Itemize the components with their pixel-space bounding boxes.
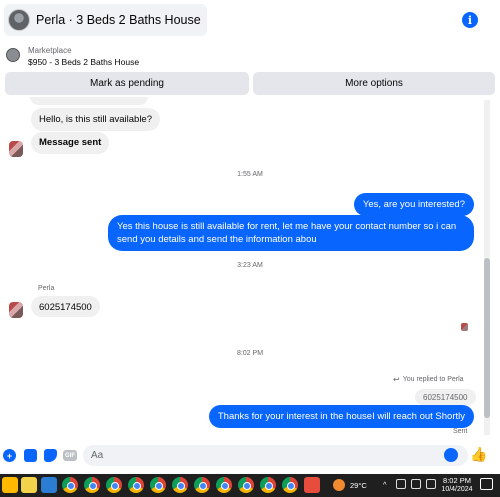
- app-icon[interactable]: [41, 477, 57, 493]
- message-bubble-outgoing[interactable]: Yes this house is still available for re…: [108, 215, 474, 251]
- timestamp: 8:02 PM: [236, 350, 264, 357]
- more-options-button[interactable]: More options: [253, 72, 495, 95]
- message-input-placeholder: Aa: [91, 450, 104, 461]
- app-icon[interactable]: [304, 477, 320, 493]
- battery-icon[interactable]: [426, 479, 436, 489]
- emoji-icon[interactable]: [444, 448, 458, 462]
- message-bubble[interactable]: 6025174500: [31, 296, 100, 317]
- message-text: 6025174500: [39, 302, 92, 313]
- scrollbar-thumb[interactable]: [484, 258, 490, 418]
- listing-thumbnail[interactable]: [6, 48, 20, 62]
- timestamp: 1:55 AM: [237, 171, 263, 178]
- message-input[interactable]: Aa: [83, 445, 468, 466]
- read-receipt-avatar: [461, 323, 468, 331]
- quoted-text: 6025174500: [423, 392, 468, 402]
- quoted-message[interactable]: 6025174500: [415, 389, 476, 405]
- delivery-status: Sent: [453, 428, 468, 435]
- message-bubble[interactable]: Message sent: [31, 132, 110, 154]
- plus-icon[interactable]: +: [3, 449, 16, 462]
- timestamp: 3:23 AM: [237, 262, 263, 269]
- chrome-icon[interactable]: [216, 477, 232, 493]
- messenger-window: Perla · 3 Beds 2 Baths House i Marketpla…: [0, 0, 500, 497]
- chrome-icon[interactable]: [106, 477, 122, 493]
- chrome-icon[interactable]: [238, 477, 254, 493]
- reply-indicator: ↩ You replied to Perla: [393, 375, 464, 384]
- chrome-icon[interactable]: [194, 477, 210, 493]
- like-icon[interactable]: 👍: [470, 446, 487, 462]
- message-text: Yes this house is still available for re…: [117, 221, 457, 245]
- weather-icon[interactable]: [333, 479, 345, 491]
- message-bubble-outgoing[interactable]: Yes, are you interested?: [353, 193, 474, 216]
- reply-arrow-icon: ↩: [393, 375, 400, 384]
- clock-date[interactable]: 10/4/2024: [438, 486, 476, 493]
- conversation-header: Perla · 3 Beds 2 Baths House i: [0, 0, 500, 40]
- message-text: Thanks for your interest in the houseI w…: [217, 411, 465, 422]
- file-explorer-icon[interactable]: [2, 477, 18, 493]
- chrome-icon[interactable]: [62, 477, 78, 493]
- message-text: Hello, is this still available?: [39, 114, 152, 125]
- reply-indicator-text: You replied to Perla: [402, 376, 464, 383]
- wifi-icon[interactable]: [396, 479, 406, 489]
- chrome-icon[interactable]: [282, 477, 298, 493]
- chrome-icon[interactable]: [150, 477, 166, 493]
- message-bubble-outgoing[interactable]: Thanks for your interest in the houseI w…: [208, 405, 474, 428]
- chrome-icon[interactable]: [128, 477, 144, 493]
- mark-as-pending-button[interactable]: Mark as pending: [5, 72, 249, 95]
- marketplace-label: Marketplace: [28, 46, 72, 55]
- chrome-icon[interactable]: [84, 477, 100, 493]
- conversation-title: Perla · 3 Beds 2 Baths House: [36, 13, 201, 27]
- info-icon[interactable]: i: [462, 12, 478, 28]
- message-bubble[interactable]: Hello, is this still available?: [31, 108, 160, 131]
- gif-label: GIF: [65, 452, 75, 459]
- chrome-icon[interactable]: [260, 477, 276, 493]
- avatar[interactable]: [9, 141, 23, 157]
- avatar[interactable]: [9, 302, 23, 318]
- image-icon[interactable]: [24, 449, 37, 462]
- volume-icon[interactable]: [411, 479, 421, 489]
- weather-temperature[interactable]: 29°C: [350, 481, 367, 490]
- notification-icon[interactable]: [480, 478, 493, 490]
- chevron-up-icon[interactable]: ^: [383, 480, 387, 489]
- message-text: Yes, are you interested?: [362, 199, 465, 210]
- sender-name: Perla: [38, 285, 55, 292]
- message-text: Message sent: [39, 137, 102, 148]
- conversation-title-button[interactable]: Perla · 3 Beds 2 Baths House: [4, 4, 207, 36]
- listing-title[interactable]: $950 - 3 Beds 2 Baths House: [28, 57, 139, 67]
- sticker-icon[interactable]: [44, 449, 57, 462]
- gif-icon[interactable]: GIF: [63, 450, 77, 461]
- chrome-icon[interactable]: [172, 477, 188, 493]
- avatar: [8, 9, 30, 31]
- clock-time[interactable]: 8:02 PM: [440, 476, 474, 485]
- app-icon[interactable]: [21, 477, 37, 493]
- message-bubble-partial: [30, 97, 148, 105]
